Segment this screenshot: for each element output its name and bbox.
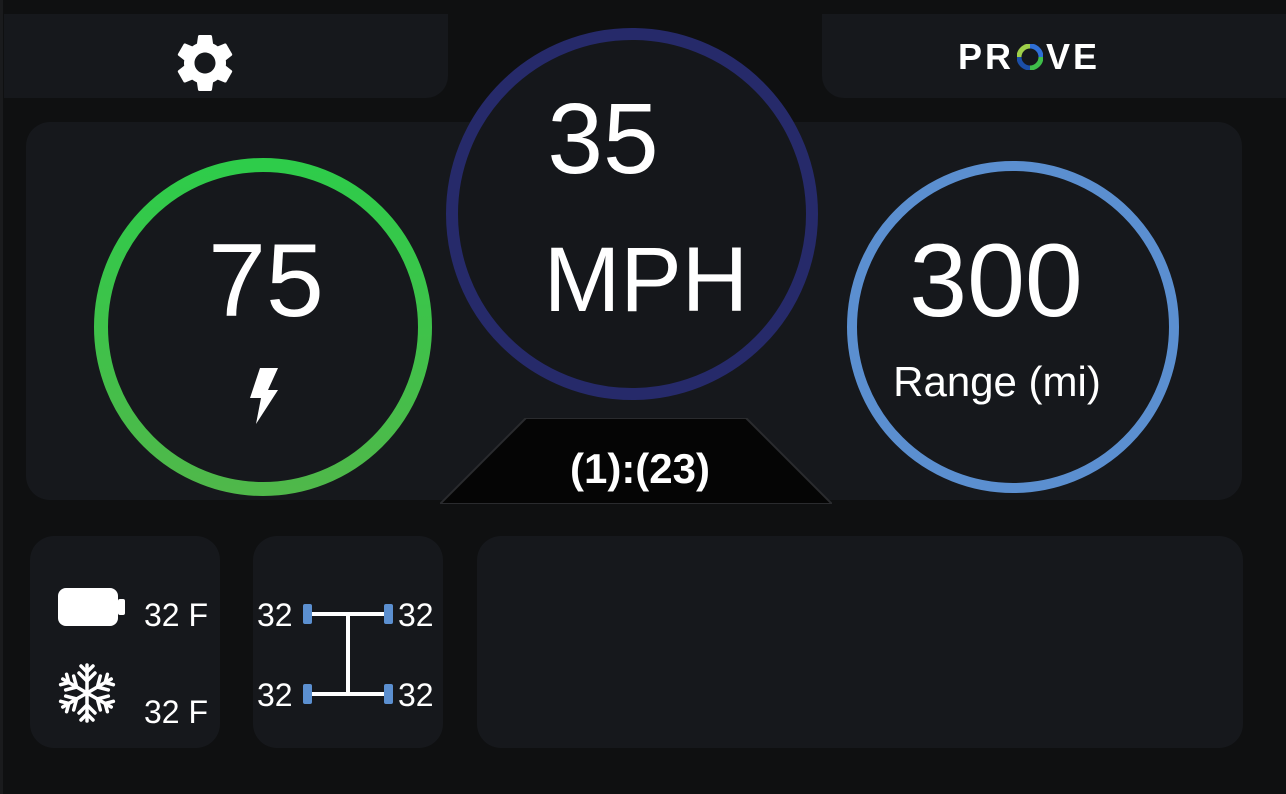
battery-icon [58, 588, 125, 626]
tire-rear-left-indicator [303, 684, 312, 704]
logo-text-right: VE [1046, 36, 1101, 77]
info-card [477, 536, 1243, 748]
tire-front-left-pressure: 32 [257, 597, 293, 633]
tire-rear-right-pressure: 32 [398, 677, 434, 713]
logo-o-icon [1017, 44, 1044, 70]
battery-temp: 32 F [144, 597, 209, 633]
tire-rear-right-indicator [384, 684, 393, 704]
prove-logo: PR VE [958, 36, 1100, 78]
tire-rear-left-pressure: 32 [257, 677, 293, 713]
tire-front-right-pressure: 32 [398, 597, 434, 633]
logo-text-left: PR [958, 36, 1015, 77]
tire-front-left-indicator [303, 604, 312, 624]
gear-indicator-text: (1):(23) [569, 445, 710, 492]
speed-unit: MPH [543, 229, 749, 331]
lightning-bolt-icon [250, 368, 278, 424]
range-label: Range (mi) [893, 358, 1101, 405]
gear-icon[interactable] [170, 28, 240, 98]
cabin-temp: 32 F [144, 694, 209, 730]
snowflake-icon [57, 663, 117, 723]
battery-charge-value: 75 [208, 223, 324, 339]
speed-value: 35 [547, 83, 659, 195]
tire-front-right-indicator [384, 604, 393, 624]
axle-diagram-icon [303, 604, 393, 704]
range-value: 300 [909, 223, 1083, 339]
